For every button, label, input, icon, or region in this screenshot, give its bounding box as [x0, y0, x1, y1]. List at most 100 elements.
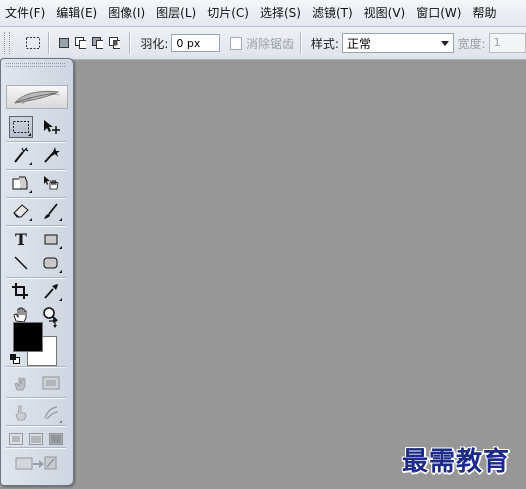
magic-wand-icon [44, 147, 60, 163]
options-bar-grip[interactable] [4, 32, 10, 54]
tool-divider [6, 425, 66, 426]
subtract-from-selection-icon[interactable] [92, 37, 104, 49]
full-screen-menu-mode-icon[interactable] [29, 433, 43, 445]
add-to-selection-icon[interactable] [75, 37, 87, 49]
slice-tool[interactable] [9, 172, 33, 194]
tools-panel: T [0, 58, 74, 486]
standard-mode-button[interactable] [9, 372, 33, 394]
menu-layer[interactable]: 图层(L) [151, 0, 202, 26]
quick-mask-button[interactable] [39, 372, 63, 394]
tool-divider [6, 447, 66, 448]
tool-divider [6, 366, 66, 367]
width-label: 宽度: [457, 36, 486, 51]
tool-row [6, 251, 66, 275]
foreground-color-swatch[interactable] [13, 322, 43, 352]
tool-row [6, 143, 66, 167]
eyedropper-icon [44, 284, 58, 299]
feather-logo[interactable] [6, 85, 68, 109]
swap-colors-icon[interactable] [47, 318, 59, 330]
menu-help[interactable]: 帮助 [467, 0, 502, 26]
options-bar: 羽化: 0 px 消除锯齿 样式: 正常 宽度: 1 [0, 27, 526, 60]
text-tool[interactable]: T [9, 228, 33, 250]
tool-divider [6, 277, 66, 278]
menu-select[interactable]: 选择(S) [255, 0, 307, 26]
full-screen-mode-icon[interactable] [49, 433, 63, 445]
options-separator [48, 32, 50, 54]
tool-row [6, 171, 66, 195]
smudge-icon [44, 406, 59, 420]
chevron-down-icon [440, 40, 449, 46]
tool-preset-picker[interactable] [24, 33, 42, 53]
intersect-selection-icon[interactable] [109, 37, 121, 49]
quick-mask-icon [42, 376, 60, 390]
rounded-rectangle-tool[interactable] [39, 252, 63, 274]
lasso-icon [14, 147, 29, 163]
tool-divider [6, 141, 66, 142]
jump-to-imageready-button[interactable] [11, 452, 61, 474]
crop-tool[interactable] [9, 280, 33, 302]
line-icon [14, 256, 28, 270]
feather-input[interactable]: 0 px [171, 34, 220, 52]
feather-label: 羽化: [140, 36, 169, 51]
tool-row [6, 451, 66, 475]
brush-icon [44, 203, 58, 219]
text-tool-glyph: T [15, 229, 27, 249]
width-input[interactable]: 1 [488, 33, 526, 53]
crop-icon [12, 283, 28, 299]
smudge-button[interactable] [39, 402, 63, 424]
tool-row [6, 115, 66, 139]
menu-filter[interactable]: 滤镜(T) [307, 0, 359, 26]
eraser-tool[interactable] [9, 200, 33, 222]
rectangle-shape-icon [44, 234, 58, 245]
rect-marquee-icon [25, 37, 40, 49]
menu-window[interactable]: 窗口(W) [411, 0, 467, 26]
rounded-rectangle-icon [43, 257, 58, 269]
hand-scroll-button[interactable] [9, 402, 33, 424]
jump-to-app-icon [15, 456, 57, 470]
line-tool[interactable] [9, 252, 33, 274]
panel-grip-bar[interactable] [6, 62, 66, 68]
hand-pointer-icon [44, 176, 59, 190]
tool-divider [6, 397, 66, 398]
style-select-value: 正常 [346, 36, 371, 51]
menu-image[interactable]: 图像(I) [103, 0, 151, 26]
standard-mode-icon [14, 377, 26, 391]
slice-icon [12, 176, 28, 190]
tool-divider [6, 225, 66, 226]
default-colors-icon[interactable] [10, 354, 20, 364]
style-label: 样式: [310, 36, 339, 51]
tool-divider [6, 197, 66, 198]
watermark-logo: 最需教育 [402, 447, 511, 477]
options-separator [300, 32, 301, 54]
rect-marquee-icon [13, 121, 29, 133]
brush-tool[interactable] [39, 200, 63, 222]
eraser-icon [13, 204, 29, 218]
marquee-tool[interactable] [9, 116, 33, 138]
tool-row [6, 401, 66, 425]
options-separator [129, 32, 131, 54]
menu-view[interactable]: 视图(V) [359, 0, 412, 26]
lasso-tool[interactable] [9, 144, 33, 166]
menu-file[interactable]: 文件(F) [0, 0, 51, 26]
feather-logo-icon [14, 90, 61, 105]
move-arrow-icon [44, 120, 60, 134]
move-tool[interactable] [39, 116, 63, 138]
tool-row: T [6, 227, 66, 251]
new-selection-icon[interactable] [58, 37, 70, 49]
tool-row [6, 279, 66, 303]
magic-wand-tool[interactable] [39, 144, 63, 166]
standard-screen-mode-icon[interactable] [9, 433, 23, 445]
menu-edit[interactable]: 编辑(E) [51, 0, 103, 26]
antialias-label: 消除锯齿 [245, 36, 294, 51]
style-select[interactable]: 正常 [341, 33, 454, 53]
menu-slice[interactable]: 切片(C) [202, 0, 255, 26]
slice-select-tool[interactable] [39, 172, 63, 194]
antialias-checkbox[interactable] [229, 36, 242, 50]
menu-bar: 文件(F) 编辑(E) 图像(I) 图层(L) 切片(C) 选择(S) 滤镜(T… [0, 0, 526, 27]
rectangle-tool[interactable] [39, 228, 63, 250]
eyedropper-tool[interactable] [39, 280, 63, 302]
tool-divider [6, 169, 66, 170]
tool-row [6, 199, 66, 223]
pointing-hand-icon [15, 405, 27, 421]
tool-row [6, 371, 66, 395]
